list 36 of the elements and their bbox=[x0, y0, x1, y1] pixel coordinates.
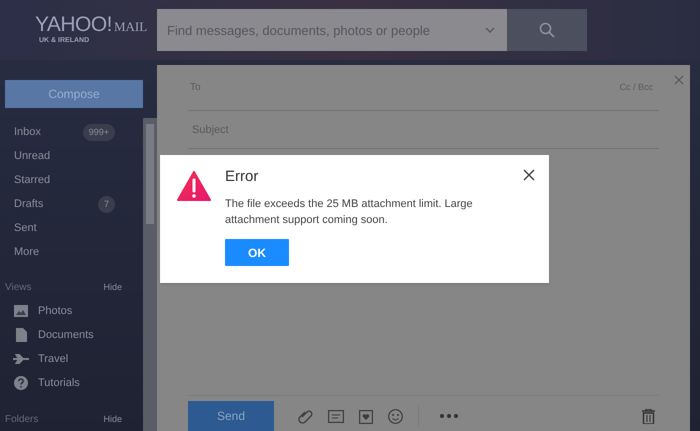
more-icon[interactable] bbox=[440, 414, 458, 418]
help-icon bbox=[14, 376, 28, 390]
folder-link[interactable]: Unread bbox=[14, 148, 50, 165]
count-badge: 999+ bbox=[82, 124, 115, 142]
emoji-icon[interactable] bbox=[388, 408, 403, 424]
folder-link[interactable]: Starred bbox=[14, 172, 50, 189]
view-link[interactable]: Tutorials bbox=[38, 374, 80, 392]
view-link[interactable]: Documents bbox=[38, 326, 94, 344]
document-icon bbox=[16, 328, 26, 342]
logo-text: YAHOO! bbox=[35, 14, 112, 35]
send-button[interactable]: Send bbox=[188, 400, 274, 431]
view-link[interactable]: Travel bbox=[38, 350, 68, 368]
count-badge: 7 bbox=[98, 196, 115, 214]
ok-button[interactable]: OK bbox=[225, 239, 289, 266]
chevron-down-icon[interactable] bbox=[485, 27, 495, 33]
dialog-message: The file exceeds the 25 MB attachment limit. Large attachment support coming soon. bbox=[225, 197, 474, 228]
trash-icon[interactable] bbox=[642, 408, 655, 424]
sticker-icon[interactable] bbox=[359, 408, 373, 424]
view-link[interactable]: Photos bbox=[38, 302, 72, 320]
section-title: Folders bbox=[5, 413, 38, 428]
hide-link[interactable]: Hide bbox=[103, 413, 122, 427]
plane-icon bbox=[13, 354, 29, 364]
section-title: Views bbox=[5, 281, 32, 296]
paperclip-icon[interactable] bbox=[298, 408, 313, 424]
image-icon bbox=[14, 304, 28, 317]
dialog-title: Error bbox=[225, 167, 260, 187]
folder-link[interactable]: Sent bbox=[14, 220, 37, 237]
folder-link[interactable]: Inbox bbox=[14, 124, 41, 141]
warning-icon bbox=[177, 171, 211, 201]
hide-link[interactable]: Hide bbox=[103, 281, 122, 295]
close-icon[interactable] bbox=[523, 169, 535, 181]
scrollbar-thumb[interactable] bbox=[146, 124, 154, 224]
folder-link[interactable]: Drafts bbox=[14, 196, 44, 213]
folder-link[interactable]: More bbox=[14, 244, 40, 261]
search-icon bbox=[539, 22, 555, 38]
logo-product: MAIL bbox=[114, 20, 148, 35]
